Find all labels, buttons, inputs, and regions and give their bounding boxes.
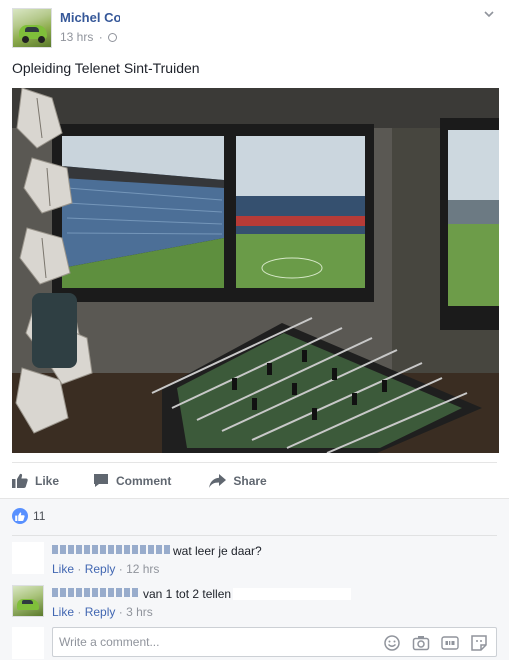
comments-section: 11 wat leer je daar? Like · Reply · 12 h… [0, 498, 509, 660]
emoji-icon[interactable] [383, 634, 401, 652]
comment-time[interactable]: 3 hrs [126, 605, 153, 619]
post-actions-bar: Like Comment Share [12, 462, 497, 498]
sticker-icon[interactable] [470, 634, 488, 652]
redaction [233, 588, 352, 600]
comment-body: van 1 tot 2 tellen [52, 587, 352, 601]
redaction [120, 8, 200, 26]
post-time[interactable]: 13 hrs [60, 30, 93, 44]
chevron-down-icon[interactable] [483, 8, 495, 20]
share-arrow-icon [209, 473, 227, 488]
reaction-count: 11 [33, 509, 46, 523]
comment-label: Comment [116, 473, 172, 488]
comment-reply-link[interactable]: Reply [85, 605, 116, 619]
like-button[interactable]: Like [12, 473, 59, 488]
commenter-name[interactable] [52, 545, 170, 554]
thumbs-up-icon [12, 473, 28, 488]
gif-icon[interactable] [441, 634, 459, 652]
current-user-avatar [12, 627, 44, 659]
share-label: Share [233, 473, 267, 488]
camera-icon[interactable] [412, 634, 430, 652]
globe-icon[interactable] [108, 33, 118, 42]
comment-button[interactable]: Comment [93, 473, 171, 488]
feed-post: Michel Co 13 hrs · Opleiding Telenet Sin… [0, 0, 509, 660]
like-reaction-icon [12, 508, 28, 524]
post-text: Opleiding Telenet Sint-Truiden [12, 60, 200, 76]
composer-icons [383, 634, 488, 652]
divider [12, 535, 497, 536]
commenter-avatar[interactable] [12, 585, 44, 617]
comment-separator: · [118, 605, 123, 619]
comment-separator: · [77, 605, 82, 619]
comment-time[interactable]: 12 hrs [126, 562, 159, 576]
comment-separator: · [77, 562, 82, 576]
comment-input[interactable] [53, 635, 353, 649]
author-name[interactable]: Michel Co [60, 10, 121, 25]
comment-separator: · [118, 562, 123, 576]
comment-text: van 1 tot 2 tellen [143, 587, 232, 601]
reactions-summary[interactable]: 11 [12, 508, 45, 524]
comment-composer [12, 627, 497, 659]
like-label: Like [35, 473, 60, 488]
post-photo[interactable] [12, 88, 499, 453]
comment-reply-link[interactable]: Reply [85, 562, 116, 576]
comment-body: wat leer je daar? [52, 544, 262, 558]
commenter-name[interactable] [52, 588, 140, 597]
speech-bubble-icon [94, 474, 109, 487]
post-header: Michel Co 13 hrs · [12, 8, 497, 50]
commenter-avatar[interactable] [12, 542, 44, 574]
comment-input-box[interactable] [52, 627, 497, 657]
comment-like-link[interactable]: Like [52, 562, 74, 576]
comment-text: wat leer je daar? [173, 544, 262, 558]
post-meta: 13 hrs · [60, 30, 118, 44]
comment-actions: Like · Reply · 3 hrs [52, 605, 153, 619]
photo-illustration [12, 88, 499, 453]
author-avatar[interactable] [12, 8, 52, 48]
meta-separator: · [98, 30, 103, 44]
comment-actions: Like · Reply · 12 hrs [52, 562, 159, 576]
share-button[interactable]: Share [209, 473, 267, 488]
comment-like-link[interactable]: Like [52, 605, 74, 619]
